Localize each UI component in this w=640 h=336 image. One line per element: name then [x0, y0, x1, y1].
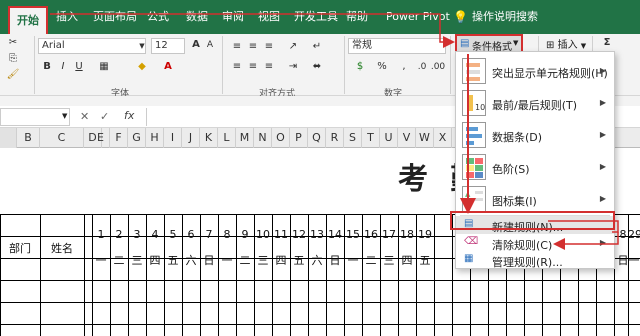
annotation-arrows — [50, 13, 619, 250]
